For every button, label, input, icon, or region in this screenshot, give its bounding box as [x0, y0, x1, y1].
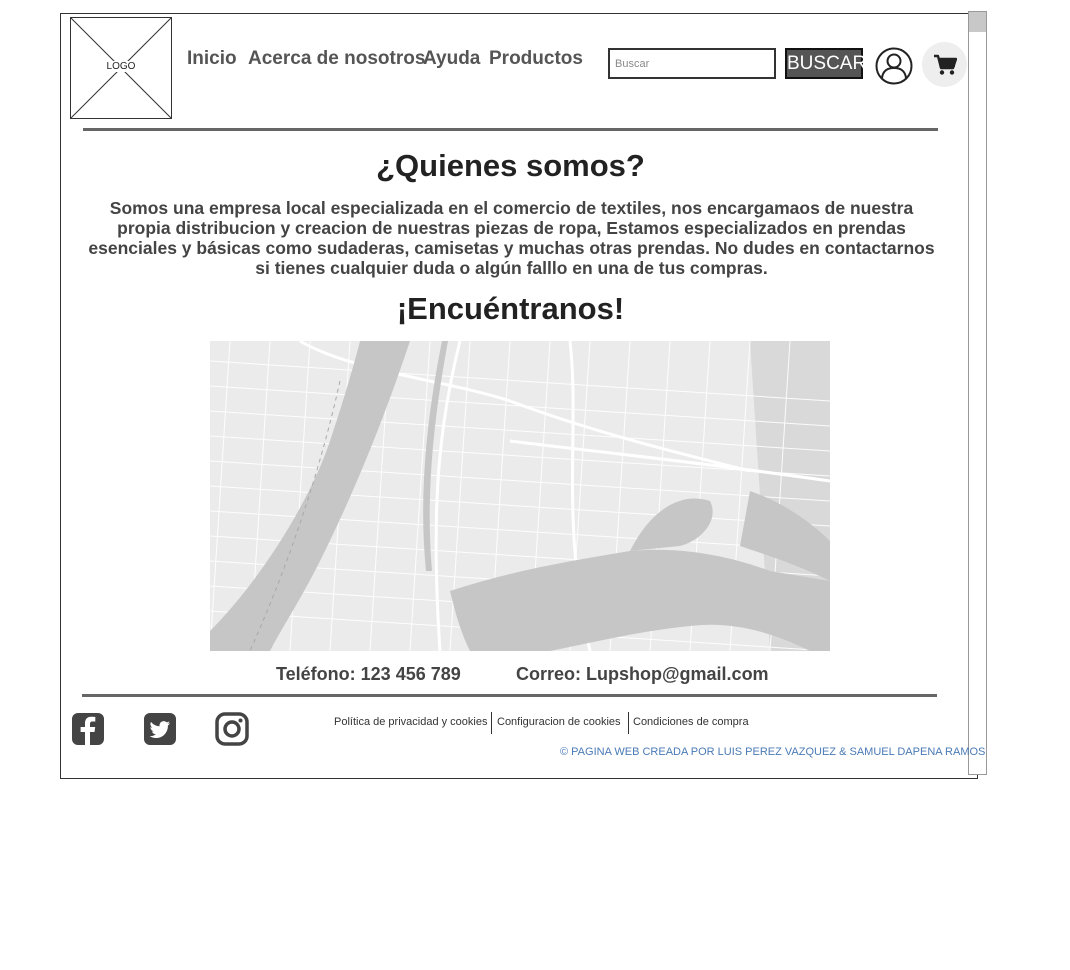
footer-divider: [82, 694, 937, 697]
footer-link-privacy[interactable]: Política de privacidad y cookies: [334, 716, 487, 728]
footer-link-purchase-conditions[interactable]: Condiciones de compra: [633, 716, 749, 728]
cart-button[interactable]: [922, 42, 967, 87]
footer-link-cookie-settings[interactable]: Configuracion de cookies: [497, 716, 621, 728]
facebook-icon[interactable]: [71, 712, 105, 746]
footer-separator: [628, 712, 629, 734]
footer-separator: [491, 712, 492, 734]
header-divider: [83, 128, 938, 131]
nav-link-inicio[interactable]: Inicio: [187, 48, 237, 70]
logo-text: LOGO: [105, 61, 137, 72]
search-input[interactable]: [608, 48, 776, 79]
instagram-icon[interactable]: [215, 712, 249, 746]
logo[interactable]: LOGO: [70, 17, 172, 119]
find-us-title: ¡Encuéntranos!: [396, 291, 625, 326]
user-icon[interactable]: [875, 47, 913, 85]
about-text: Somos una empresa local especializada en…: [88, 198, 935, 278]
contact-phone: Teléfono: 123 456 789: [276, 664, 461, 684]
nav-link-acerca[interactable]: Acerca de nosotros: [248, 48, 425, 70]
about-title: ¿Quienes somos?: [376, 148, 645, 183]
twitter-icon[interactable]: [143, 712, 177, 746]
nav-link-productos[interactable]: Productos: [489, 48, 583, 70]
search-button[interactable]: BUSCAR: [785, 48, 866, 79]
nav-link-ayuda[interactable]: Ayuda: [423, 48, 480, 70]
contact-email[interactable]: Correo: Lupshop@gmail.com: [516, 664, 769, 685]
city-map-image: [210, 341, 830, 651]
scrollbar[interactable]: [968, 11, 987, 775]
scrollbar-thumb[interactable]: [969, 12, 986, 32]
shopping-cart-icon: [934, 54, 957, 75]
footer-credit: © PAGINA WEB CREADA POR LUIS PEREZ VAZQU…: [560, 746, 986, 758]
